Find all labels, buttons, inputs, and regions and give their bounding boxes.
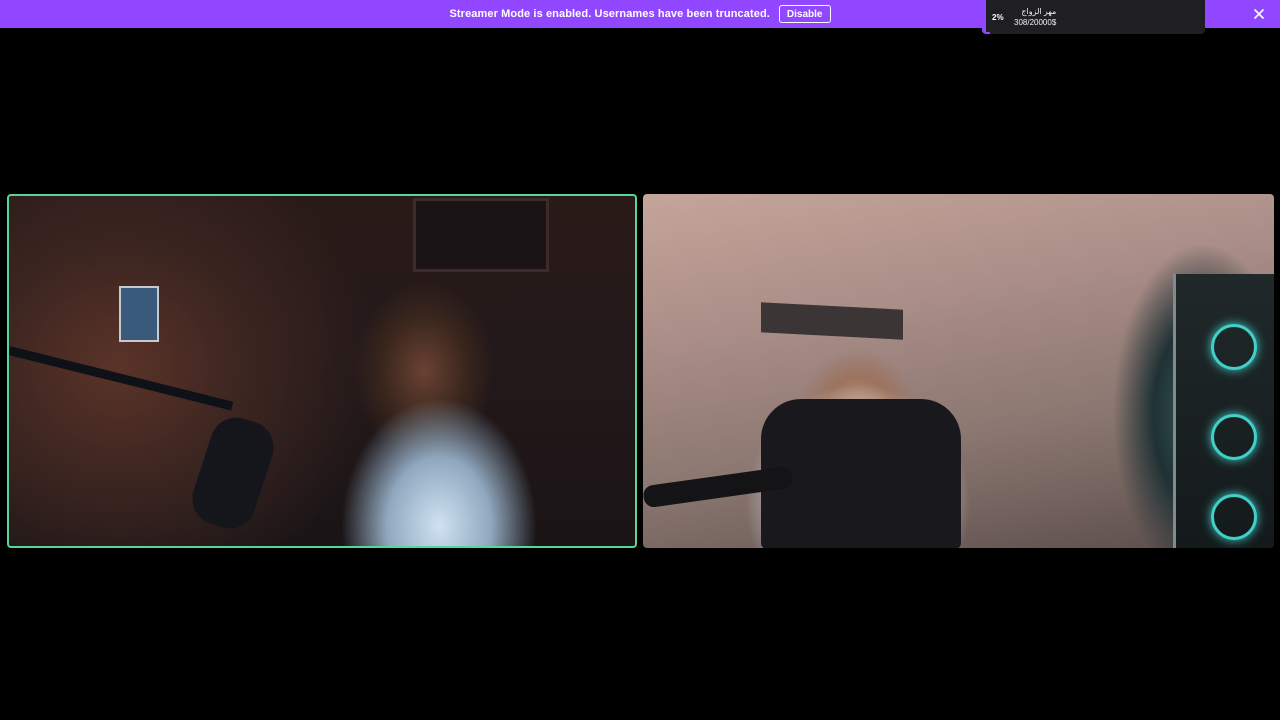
participant-video-right[interactable]	[643, 194, 1274, 548]
goal-percent: 2%	[992, 12, 1004, 22]
case-fan	[1211, 414, 1257, 460]
close-icon[interactable]	[1250, 5, 1268, 23]
case-fan	[1211, 494, 1257, 540]
wall-shelf	[761, 302, 903, 340]
goal-progress-bar	[986, 32, 991, 34]
goal-title: مهر الزواج	[1021, 7, 1057, 16]
case-fan	[1211, 324, 1257, 370]
mic-arm	[9, 346, 234, 411]
goal-amount: 308/20000$	[1014, 18, 1057, 27]
streamer-mode-message: Streamer Mode is enabled. Usernames have…	[449, 8, 770, 20]
disable-streamer-mode-button[interactable]: Disable	[778, 5, 831, 23]
goal-info: مهر الزواج 308/20000$	[1014, 7, 1056, 27]
donation-goal-widget: 2% مهر الزواج 308/20000$	[982, 0, 1205, 34]
participant-video-left[interactable]	[7, 194, 637, 548]
wall-poster	[119, 286, 159, 342]
background-window	[413, 198, 549, 272]
call-window: Streamer Mode is enabled. Usernames have…	[0, 0, 1280, 720]
microphone	[185, 410, 281, 536]
